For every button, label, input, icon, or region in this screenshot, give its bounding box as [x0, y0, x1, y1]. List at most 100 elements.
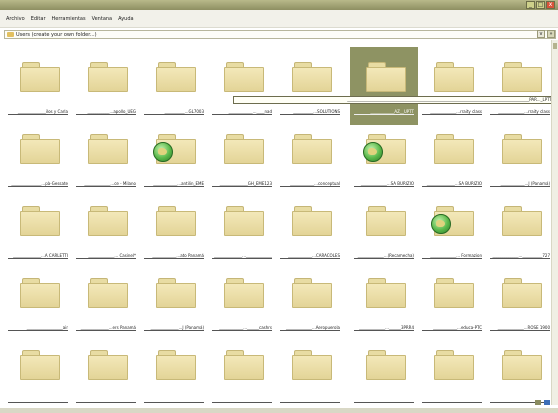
folder-item[interactable]	[4, 335, 72, 405]
folder-item[interactable]: ______________...SA BURIZIO	[418, 119, 486, 197]
status-bar	[0, 408, 558, 413]
folder-item[interactable]: _______________...pà-Gessate	[4, 119, 72, 197]
folder-icon	[434, 62, 474, 92]
delete-icon[interactable]	[544, 400, 550, 405]
folder-item[interactable]: _____________...Aeropuerola	[276, 263, 344, 341]
folder-item[interactable]: ______________GH_EME123	[208, 119, 276, 197]
folder-label: __________________air	[8, 325, 68, 331]
close-button[interactable]: x	[546, 1, 555, 9]
folder-label: ______________..._____________	[212, 253, 272, 259]
folder-item[interactable]	[208, 335, 276, 405]
folder-icon	[502, 350, 542, 380]
folder-item[interactable]: _____________...rraity class	[418, 47, 486, 125]
folder-icon	[502, 62, 542, 92]
folder-item[interactable]	[276, 335, 344, 405]
folder-item[interactable]	[486, 335, 550, 405]
folder-label: _____________...ce - Milano	[76, 181, 136, 187]
folder-label: ____________...______cashrs	[212, 325, 272, 331]
folder-item[interactable]: _____________...(Recamecha)	[350, 191, 418, 269]
menu-ventana[interactable]: Ventana	[92, 16, 113, 22]
folder-item[interactable]	[140, 335, 208, 405]
address-bar[interactable]: Users (create your own folder...) v »	[4, 30, 556, 39]
menu-archivo[interactable]: Archivo	[6, 16, 25, 22]
folder-icon	[88, 134, 128, 164]
folder-label: ____________...J (Panamá)	[490, 181, 550, 187]
folder-label: _____________...Aeropuerola	[280, 325, 340, 331]
folder-label: __________...SOLUTIONS	[280, 109, 340, 115]
folder-icon	[434, 350, 474, 380]
folder-item[interactable]: _____________...rraity class	[486, 47, 550, 125]
folder-label: ____________...CARACOLES	[280, 253, 340, 259]
folder-item[interactable]	[418, 335, 486, 405]
folder-label: _____________... Formazion	[422, 253, 482, 259]
folder-icon	[366, 350, 406, 380]
address-dropdown-button[interactable]: v	[537, 30, 545, 38]
folder-item[interactable]: ____________...J (Panamá)	[486, 119, 550, 197]
folder-icon	[224, 278, 264, 308]
folder-label: ____________...ato Panamá	[144, 253, 204, 259]
folder-item[interactable]: ____________...______cashrs	[208, 263, 276, 341]
folder-label: ___________...apollo_UEG	[76, 109, 136, 115]
folder-label: _____________...__________727	[490, 253, 550, 259]
folder-item[interactable]: ____________...conceptual	[276, 119, 344, 197]
folder-item[interactable]	[350, 335, 418, 405]
folder-item[interactable]: ____________...____nad	[208, 47, 276, 125]
folder-item[interactable]: _____________...__________727	[486, 191, 550, 269]
folder-item[interactable]: ____________...CARACOLES	[276, 191, 344, 269]
maximize-button[interactable]: □	[536, 1, 545, 9]
folder-label	[280, 397, 340, 403]
folder-item[interactable]: ____________...educa-PTC	[418, 263, 486, 341]
folder-item[interactable]: _____________...SA BURIZIO	[350, 119, 418, 197]
vertical-scrollbar[interactable]	[551, 40, 558, 405]
folder-label: _____________...ROSE 1900	[490, 325, 550, 331]
folder-label: ____________...conceptual	[280, 181, 340, 187]
scrollbar-thumb[interactable]	[553, 43, 557, 49]
go-button[interactable]: »	[547, 30, 555, 38]
folder-icon	[366, 62, 406, 92]
folder-label: ______________GH_EME123	[212, 181, 272, 187]
folder-item[interactable]: _____________... Formazion	[418, 191, 486, 269]
folder-icon	[20, 350, 60, 380]
folder-item[interactable]: ___________...apollo_UEG	[72, 47, 140, 125]
folder-item[interactable]: ______________...A CARLETTI	[4, 191, 72, 269]
folder-label	[144, 397, 204, 403]
folder-item[interactable]: ______________...J (Panamá)	[140, 263, 208, 341]
folder-icon	[431, 206, 474, 236]
folder-icon	[224, 134, 264, 164]
folder-item[interactable]: _____________...______3PRR4	[350, 263, 418, 341]
folder-item[interactable]: ____________...ato Panamá	[140, 191, 208, 269]
folder-item[interactable]: ______________..._____________	[208, 191, 276, 269]
folder-item[interactable]: __________...SOLUTIONS	[276, 47, 344, 125]
folder-label: ____________AZ__UPTT	[354, 109, 414, 115]
folder-item[interactable]: _____________...ce - Milano	[72, 119, 140, 197]
menu-herramientas[interactable]: Herramientas	[52, 16, 86, 22]
folder-item[interactable]: __________________air	[4, 263, 72, 341]
folder-label: _____________...SA BURIZIO	[354, 181, 414, 187]
folder-item[interactable]: _____________... Casinel*	[72, 191, 140, 269]
menu-bar: Archivo Editar Herramientas Ventana Ayud…	[0, 10, 558, 28]
folder-icon	[20, 278, 60, 308]
folder-icon	[502, 206, 542, 236]
folder-label: ______________ilos y Carla	[8, 109, 68, 115]
folder-item[interactable]: ______________ilos y Carla	[4, 47, 72, 125]
folder-icon	[434, 134, 474, 164]
tool-icon[interactable]	[535, 400, 541, 405]
folder-label: _____________...rraity class	[490, 109, 550, 115]
folder-icon	[156, 62, 196, 92]
folder-item[interactable]: __________...GL7003	[140, 47, 208, 125]
folder-item[interactable]: ____________...antilin_EME	[140, 119, 208, 197]
folder-item[interactable]: ____________AZ__UPTT	[350, 47, 418, 125]
folder-item[interactable]	[72, 335, 140, 405]
folder-icon	[502, 134, 542, 164]
folder-label	[8, 397, 68, 403]
folder-item[interactable]: _____________...ROSE 1900	[486, 263, 550, 341]
rename-field[interactable]: ________________________________________…	[233, 96, 555, 104]
minimize-button[interactable]: _	[526, 1, 535, 9]
folder-icon	[434, 278, 474, 308]
folder-item[interactable]: ______________...ers Panamá	[72, 263, 140, 341]
folder-label: ____________...____nad	[212, 109, 272, 115]
menu-ayuda[interactable]: Ayuda	[118, 16, 133, 22]
folder-icon	[20, 62, 60, 92]
menu-editar[interactable]: Editar	[31, 16, 46, 22]
folder-icon	[156, 350, 196, 380]
